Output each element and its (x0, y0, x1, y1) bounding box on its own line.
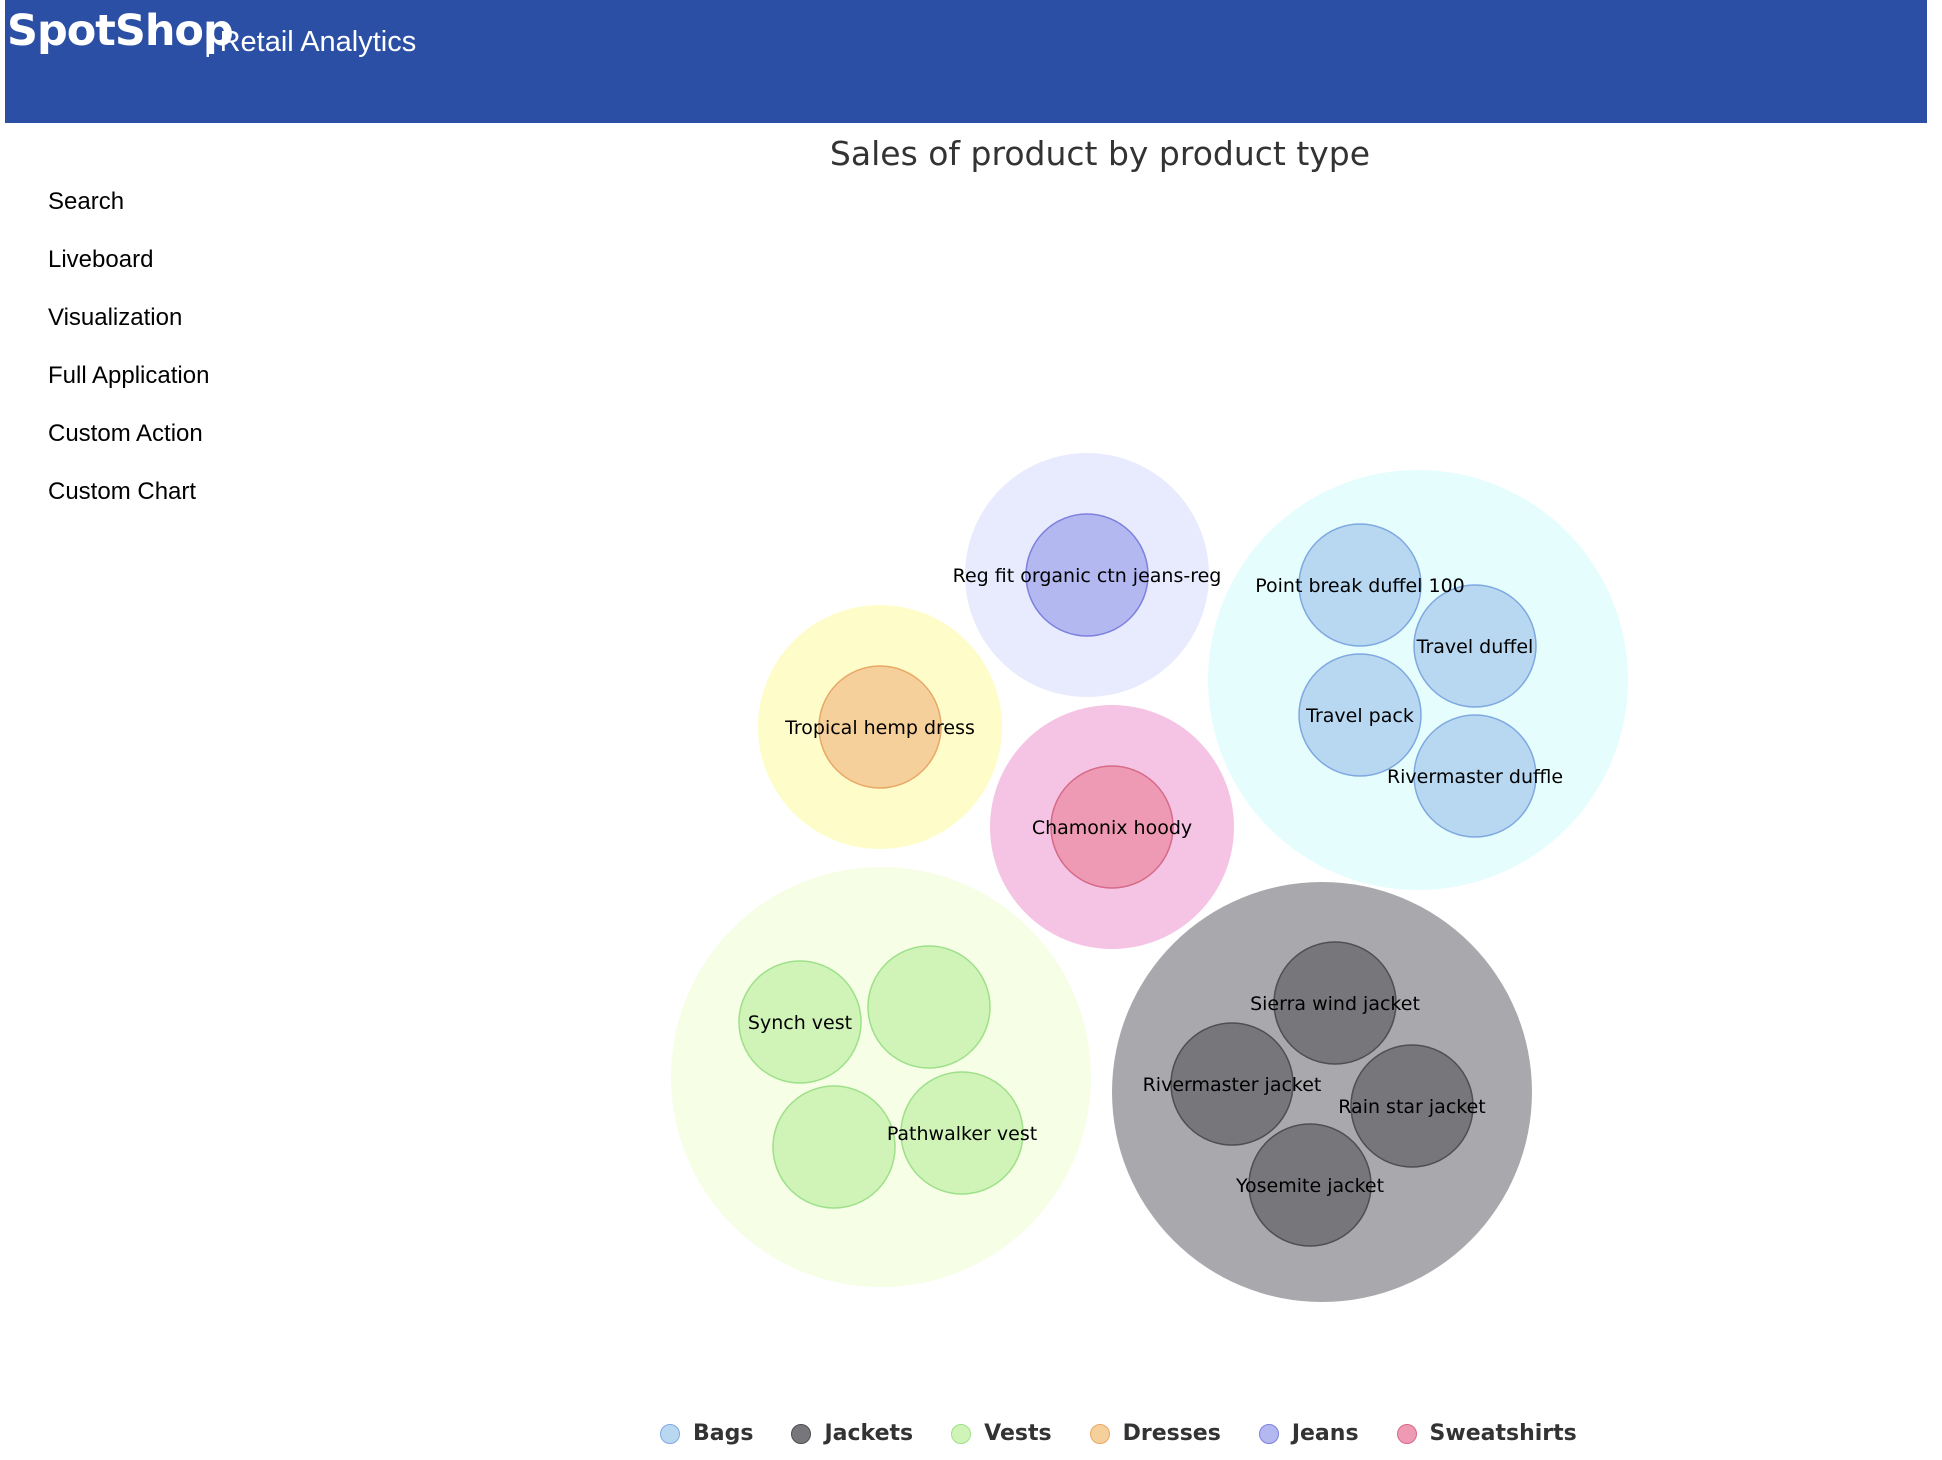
legend-swatch-jeans (1258, 1423, 1279, 1444)
legend-item-jackets[interactable]: Jackets (791, 1421, 913, 1446)
legend-swatch-sweatshirts (1396, 1423, 1417, 1444)
bubble-label-chamonix-hoody: Chamonix hoody (1032, 817, 1192, 839)
bubble-vests-item-2[interactable] (772, 1085, 896, 1209)
legend-label-sweatshirts: Sweatshirts (1429, 1421, 1577, 1446)
legend-item-jeans[interactable]: Jeans (1258, 1421, 1359, 1446)
bubble-label-rivermaster-duffle: Rivermaster duffle (1387, 766, 1563, 788)
bubble-label-point-break-duffel-100: Point break duffel 100 (1255, 575, 1465, 597)
bubble-label-synch-vest: Synch vest (748, 1012, 852, 1034)
legend-label-jackets: Jackets (824, 1421, 914, 1446)
bubble-label-pathwalker-vest: Pathwalker vest (887, 1123, 1037, 1145)
legend-item-vests[interactable]: Vests (951, 1421, 1052, 1446)
bubble-label-rain-star-jacket: Rain star jacket (1338, 1096, 1485, 1118)
legend-item-bags[interactable]: Bags (660, 1421, 753, 1446)
legend-item-dresses[interactable]: Dresses (1089, 1421, 1221, 1446)
legend-swatch-dresses (1089, 1423, 1110, 1444)
legend-swatch-bags (660, 1423, 680, 1444)
bubble-group-vests[interactable] (671, 867, 1091, 1287)
bubble-label-tropical-hemp-dress: Tropical hemp dress (784, 717, 975, 739)
chart-legend: Bags Jackets Vests Dresses Jeans Sweatshirts (660, 1421, 1615, 1446)
legend-swatch-vests (951, 1423, 972, 1444)
bubble-label-sierra-wind-jacket: Sierra wind jacket (1250, 993, 1420, 1015)
bubble-label-reg-fit-organic-ctn-jeans-reg: Reg fit organic ctn jeans-reg (953, 565, 1222, 587)
legend-swatch-jackets (791, 1423, 812, 1444)
bubble-label-yosemite-jacket: Yosemite jacket (1235, 1175, 1384, 1197)
legend-label-bags: Bags (693, 1421, 754, 1446)
legend-item-sweatshirts[interactable]: Sweatshirts (1396, 1421, 1577, 1446)
legend-label-dresses: Dresses (1122, 1421, 1221, 1446)
bubble-vests-item-1[interactable] (867, 945, 991, 1069)
bubble-label-travel-duffel: Travel duffel (1416, 636, 1534, 658)
legend-label-jeans: Jeans (1291, 1421, 1359, 1446)
bubble-label-rivermaster-jacket: Rivermaster jacket (1143, 1074, 1322, 1096)
bubble-group-bags[interactable] (1208, 470, 1628, 890)
bubble-label-travel-pack: Travel pack (1305, 705, 1414, 727)
legend-label-vests: Vests (984, 1421, 1052, 1446)
bubble-chart: Point break duffel 100 Travel duffel Trave… (671, 453, 1628, 1302)
